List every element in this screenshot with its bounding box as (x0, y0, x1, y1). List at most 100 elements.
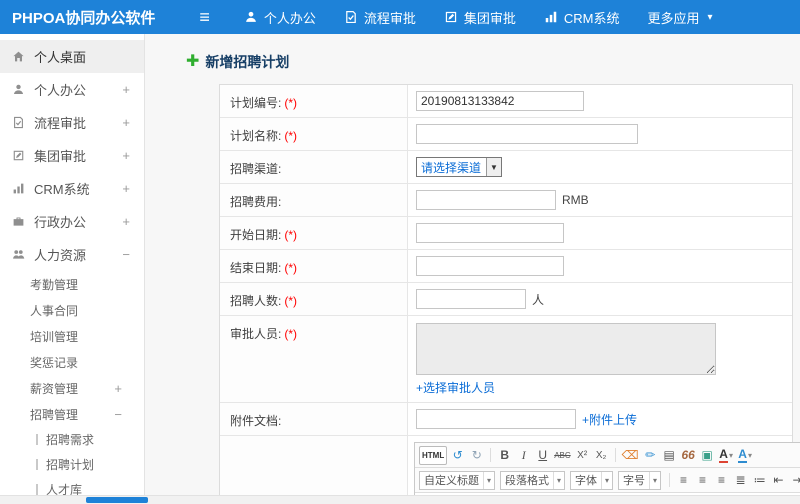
sidebar-item-recruit-demand[interactable]: 招聘需求 (0, 427, 144, 452)
expand-toggle[interactable]: + (122, 115, 130, 130)
expand-toggle[interactable]: + (122, 214, 130, 229)
format-painter-button[interactable]: ✏ (642, 446, 659, 465)
nav-workflow-approval[interactable]: 流程审批 (330, 0, 430, 34)
choose-approvers-link[interactable]: +选择审批人员 (416, 379, 495, 396)
required-mark: (*) (284, 228, 298, 242)
end-date-input[interactable] (416, 256, 564, 276)
sidebar-item-training-mgmt[interactable]: 培训管理 (0, 323, 144, 349)
headcount-input[interactable] (416, 289, 526, 309)
sidebar-item-human-resources[interactable]: 人力资源 − (0, 238, 144, 271)
user-icon (244, 10, 258, 24)
horizontal-scrollbar[interactable] (0, 495, 800, 504)
indent-button[interactable]: ⇥ (789, 471, 800, 490)
approvers-textarea[interactable] (416, 323, 716, 375)
field-label: 计划名称: (*) (220, 118, 408, 150)
nav-more-apps[interactable]: 更多应用 ▾ (634, 0, 727, 34)
align-justify-button[interactable]: ≣ (732, 471, 749, 490)
flow-approve-icon (344, 10, 358, 24)
sidebar-item-personal-office[interactable]: 个人办公 + (0, 73, 144, 106)
sidebar-item-crm-system[interactable]: CRM系统 + (0, 172, 144, 205)
users-icon (12, 248, 25, 261)
undo-button[interactable]: ↺ (449, 446, 466, 465)
nav-group-approval[interactable]: 集团审批 (430, 0, 530, 34)
expand-toggle[interactable]: + (122, 148, 130, 163)
paste-button[interactable]: ▤ (661, 446, 678, 465)
remove-format-button[interactable]: ⌫ (621, 446, 640, 465)
blockquote-button[interactable]: 66 (680, 446, 697, 465)
flow-approve-icon (12, 116, 25, 129)
font-family-dropdown[interactable]: 字体 ▾ (570, 470, 614, 490)
editor-toolbar-row1: HTML ↺ ↻ B I U ABC X² X₂ ⌫ ✏ ▤ 66 ▣ A ▾ … (415, 443, 800, 468)
sidebar-item-recruit-mgmt[interactable]: 招聘管理 − (0, 401, 144, 427)
nav-label: 流程审批 (363, 10, 416, 26)
plan-name-input[interactable] (416, 124, 638, 144)
insert-image-button[interactable]: ▣ (699, 446, 716, 465)
heading-style-dropdown[interactable]: 自定义标题 ▾ (419, 470, 496, 490)
expand-toggle[interactable]: + (114, 381, 122, 396)
expand-toggle[interactable]: + (122, 82, 130, 97)
top-nav: 个人办公 流程审批 集团审批 CRM系统 更多应用 ▾ (230, 0, 727, 34)
expand-toggle[interactable]: + (122, 181, 130, 196)
background-color-button[interactable]: A ▾ (737, 446, 754, 465)
editor-toolbar-row2: 自定义标题▾ 段落格式▾ 字体▾ 字号▾ ≡ ≡ ≡ ≣ ≔ ⇤ ⇥ (415, 468, 800, 493)
headcount-unit-label: 人 (532, 292, 545, 307)
attachment-upload-link[interactable]: +附件上传 (582, 411, 637, 428)
align-center-button[interactable]: ≡ (694, 471, 711, 490)
bold-button[interactable]: B (496, 446, 513, 465)
sidebar-item-label: 流程审批 (34, 116, 87, 131)
font-size-dropdown[interactable]: 字号 ▾ (618, 470, 662, 490)
sidebar-item-recruit-plan[interactable]: 招聘计划 (0, 452, 144, 477)
subscript-button[interactable]: X₂ (593, 446, 610, 465)
collapse-toggle[interactable]: − (122, 247, 130, 262)
sidebar-item-group-approval[interactable]: 集团审批 + (0, 139, 144, 172)
form-row-approvers: 审批人员: (*) +选择审批人员 (220, 316, 792, 403)
caret-down-icon: ▾ (728, 450, 733, 460)
fee-input[interactable] (416, 190, 556, 210)
field-label: 招聘费用: (220, 184, 408, 216)
italic-button[interactable]: I (515, 446, 532, 465)
sidebar-item-workflow-approval[interactable]: 流程审批 + (0, 106, 144, 139)
html-source-button[interactable]: HTML (419, 445, 448, 465)
start-date-input[interactable] (416, 223, 564, 243)
sidebar-item-personal-desktop[interactable]: 个人桌面 (0, 40, 144, 73)
sidebar-item-admin-office[interactable]: 行政办公 + (0, 205, 144, 238)
font-color-button[interactable]: A ▾ (718, 446, 735, 465)
underline-button[interactable]: U (534, 446, 551, 465)
sidebar-item-label: 人力资源 (34, 248, 87, 263)
align-left-button[interactable]: ≡ (675, 471, 692, 490)
paragraph-format-dropdown[interactable]: 段落格式 ▾ (500, 470, 566, 490)
collapse-toggle[interactable]: − (114, 407, 122, 422)
briefcase-icon (12, 215, 25, 228)
attachment-input[interactable] (416, 409, 576, 429)
form-row-fee: 招聘费用: RMB (220, 184, 792, 217)
strikethrough-button[interactable]: ABC (553, 446, 571, 465)
line-height-button[interactable]: ≔ (751, 471, 768, 490)
page-title-bar: ✚ 新增招聘计划 (186, 52, 800, 72)
field-label: 结束日期: (*) (220, 250, 408, 282)
nav-personal-office[interactable]: 个人办公 (230, 0, 330, 34)
nav-crm-system[interactable]: CRM系统 (530, 0, 634, 34)
redo-button[interactable]: ↻ (468, 446, 485, 465)
sidebar-item-label: 招聘需求 (46, 433, 95, 447)
sidebar-item-hr-contract[interactable]: 人事合同 (0, 297, 144, 323)
sidebar-item-label: 奖惩记录 (30, 355, 79, 370)
field-label: 招聘渠道: (220, 151, 408, 183)
caret-down-icon: ▾ (649, 471, 660, 489)
sidebar-item-label: 招聘计划 (46, 458, 95, 472)
sidebar-item-salary-mgmt[interactable]: 薪资管理 + (0, 375, 144, 401)
sidebar-item-label: 考勤管理 (30, 277, 79, 292)
toolbar-separator (614, 448, 616, 462)
horizontal-scrollbar-thumb[interactable] (86, 497, 148, 503)
group-approve-icon (12, 149, 25, 162)
superscript-button[interactable]: X² (574, 446, 591, 465)
hamburger-menu-icon[interactable]: ≡ (199, 8, 210, 26)
sidebar-item-attendance-mgmt[interactable]: 考勤管理 (0, 271, 144, 297)
field-label-empty (220, 436, 408, 504)
sidebar-item-reward-punishment[interactable]: 奖惩记录 (0, 349, 144, 375)
channel-select[interactable]: 请选择渠道 ▼ (416, 157, 503, 177)
align-right-button[interactable]: ≡ (713, 471, 730, 490)
toolbar-separator (669, 473, 671, 487)
plan-number-input[interactable] (416, 91, 584, 111)
outdent-button[interactable]: ⇤ (770, 471, 787, 490)
field-label: 招聘人数: (*) (220, 283, 408, 315)
